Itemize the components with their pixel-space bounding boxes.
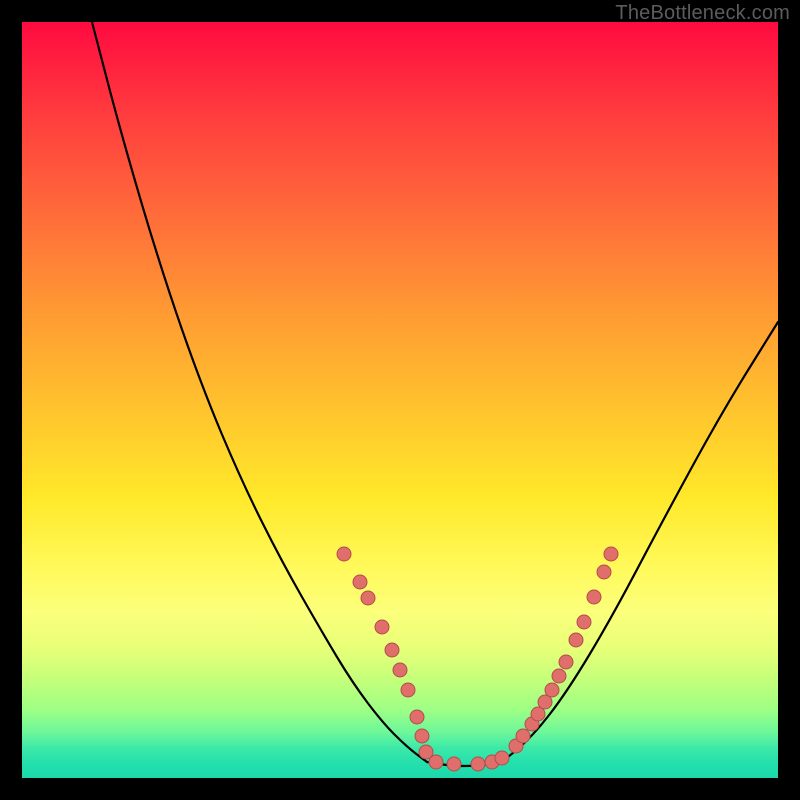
marker-dot [429,755,443,769]
marker-dot [410,710,424,724]
marker-dot [597,565,611,579]
marker-dot [545,683,559,697]
marker-dot [495,751,509,765]
marker-dot [361,591,375,605]
marker-dot [385,643,399,657]
curve-left-branch [92,22,427,762]
marker-dot [353,575,367,589]
marker-dot [401,683,415,697]
marker-dot [587,590,601,604]
marker-dot [604,547,618,561]
plot-svg [22,22,778,778]
gradient-plot-area [22,22,778,778]
marker-group [337,547,618,771]
marker-dot [577,615,591,629]
marker-dot [471,757,485,771]
marker-dot [559,655,573,669]
marker-dot [375,620,389,634]
marker-dot [337,547,351,561]
marker-dot [415,729,429,743]
watermark-text: TheBottleneck.com [615,2,790,25]
marker-dot [569,633,583,647]
marker-dot [516,729,530,743]
marker-dot [447,757,461,771]
marker-dot [552,669,566,683]
marker-dot [393,663,407,677]
